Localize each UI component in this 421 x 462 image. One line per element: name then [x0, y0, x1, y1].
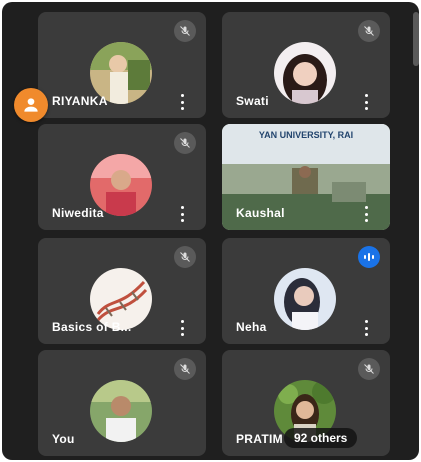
participant-tile-swati[interactable]: Swati: [222, 12, 390, 118]
more-vert-icon[interactable]: [362, 206, 370, 222]
more-vert-icon[interactable]: [178, 206, 186, 222]
mic-off-icon: [174, 132, 196, 154]
mic-off-icon: [174, 246, 196, 268]
more-vert-icon[interactable]: [178, 94, 186, 110]
participant-name: Niwedita: [52, 206, 104, 220]
participant-name: You: [52, 432, 75, 446]
audio-level-icon: [358, 246, 380, 268]
video-banner-text: YAN UNIVERSITY, RAI: [259, 130, 353, 140]
mic-off-icon: [358, 358, 380, 380]
avatar: [274, 268, 336, 330]
participant-tile-pratim[interactable]: PRATIM 92 others: [222, 350, 390, 456]
participant-tile-basics[interactable]: Basics of B...: [38, 238, 206, 344]
mic-off-icon: [174, 358, 196, 380]
others-count-button[interactable]: 92 others: [284, 428, 358, 448]
person-icon: [24, 98, 38, 112]
participant-tile-kaushal-video[interactable]: YAN UNIVERSITY, RAI Kaushal: [222, 124, 390, 230]
avatar: [90, 380, 152, 442]
more-vert-icon[interactable]: [178, 320, 186, 336]
participant-name: Kaushal: [236, 206, 285, 220]
participant-name: Neha: [236, 320, 267, 334]
participant-tile-you[interactable]: You: [38, 350, 206, 456]
self-view-avatar[interactable]: [14, 88, 48, 122]
more-vert-icon[interactable]: [362, 94, 370, 110]
participant-tile-niwedita[interactable]: Niwedita: [38, 124, 206, 230]
more-vert-icon[interactable]: [362, 320, 370, 336]
participant-tile-riyanka[interactable]: RIYANKA: [38, 12, 206, 118]
mic-off-icon: [174, 20, 196, 42]
scrollbar[interactable]: [413, 12, 419, 66]
participant-name: PRATIM: [236, 432, 283, 446]
meeting-grid: RIYANKA Swati Niwedita YAN UNIVERSITY, R…: [2, 2, 419, 460]
participant-name: RIYANKA: [52, 94, 108, 108]
avatar: [274, 42, 336, 104]
participant-tile-neha[interactable]: Neha: [222, 238, 390, 344]
participant-name: Swati: [236, 94, 269, 108]
mic-off-icon: [358, 20, 380, 42]
participant-name: Basics of B...: [52, 320, 132, 334]
